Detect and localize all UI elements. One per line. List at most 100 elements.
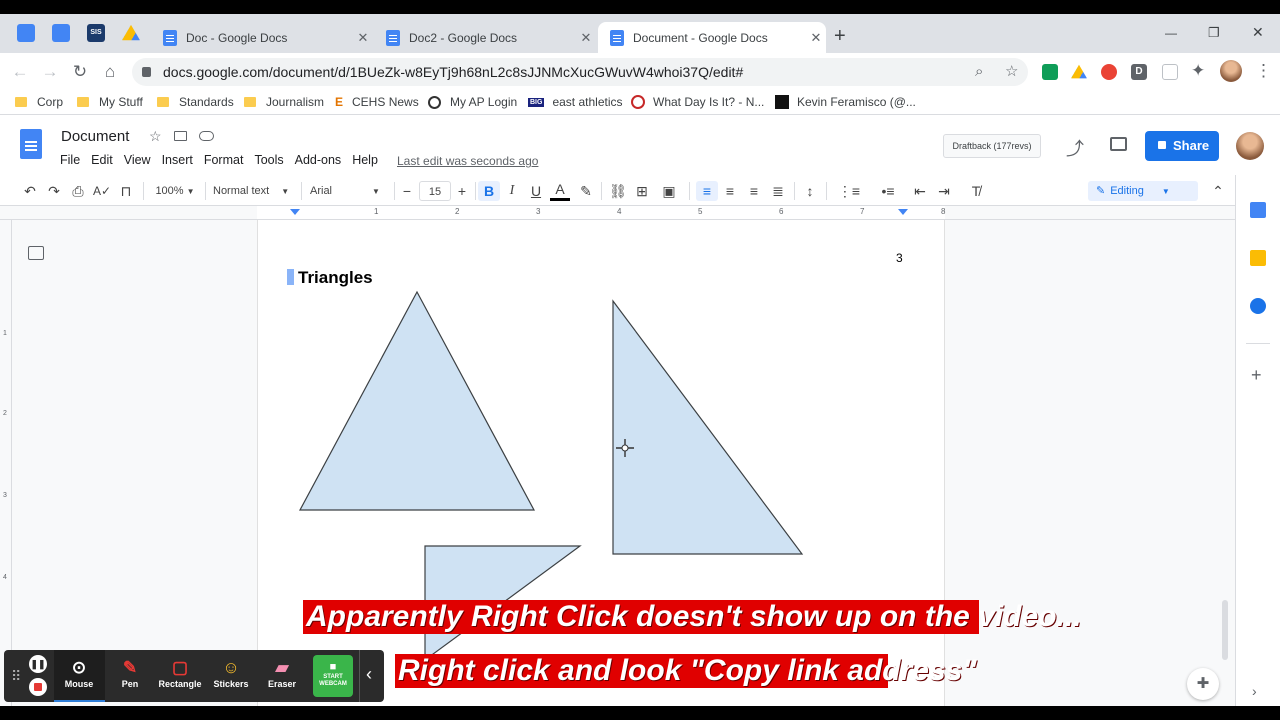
align-left-icon[interactable]: ≡ bbox=[696, 181, 718, 201]
minimize-button[interactable]: — bbox=[1165, 26, 1177, 40]
extensions-puzzle-icon[interactable]: ✦ bbox=[1191, 61, 1205, 81]
keep-icon[interactable] bbox=[1250, 250, 1266, 266]
bookmark-star-icon[interactable]: ☆ bbox=[1005, 58, 1018, 86]
menu-view[interactable]: View bbox=[124, 153, 151, 167]
document-outline-icon[interactable] bbox=[28, 246, 44, 260]
paragraph-style-select[interactable]: Normal text ▼ bbox=[213, 181, 295, 201]
stop-button[interactable] bbox=[29, 678, 47, 696]
restore-button[interactable]: ❐ bbox=[1208, 25, 1220, 41]
spellcheck-icon[interactable]: A✓ bbox=[92, 181, 112, 201]
tasks-icon[interactable] bbox=[1250, 298, 1266, 314]
bookmark-my-stuff[interactable]: My Stuff bbox=[77, 94, 143, 110]
extension-green-icon[interactable] bbox=[1042, 64, 1058, 80]
isosceles-triangle-shape[interactable] bbox=[298, 290, 536, 511]
document-title[interactable]: Document bbox=[61, 128, 129, 145]
forward-arrow-icon[interactable]: → bbox=[39, 61, 61, 83]
close-icon[interactable]: ✕ bbox=[806, 30, 826, 46]
share-button[interactable]: Share bbox=[1145, 131, 1219, 161]
tab-doc[interactable]: Doc - Google Docs ✕ bbox=[151, 22, 373, 53]
tab-document[interactable]: Document - Google Docs ✕ bbox=[598, 22, 826, 53]
pinned-docs-tab-icon-2[interactable] bbox=[52, 24, 70, 42]
editing-mode-select[interactable]: ✎ Editing ▼ bbox=[1088, 181, 1198, 201]
underline-button[interactable]: U bbox=[526, 181, 546, 201]
close-window-button[interactable]: ✕ bbox=[1252, 24, 1264, 41]
increase-indent-icon[interactable]: ⇥ bbox=[934, 181, 954, 201]
address-bar[interactable]: docs.google.com/document/d/1BUeZk-w8EyTj… bbox=[132, 58, 1028, 86]
mouse-tool[interactable]: ⊙ Mouse bbox=[55, 657, 103, 689]
text-color-button[interactable]: A bbox=[550, 181, 570, 201]
bold-button[interactable]: B bbox=[478, 181, 500, 201]
chevron-right-icon[interactable]: › bbox=[1252, 683, 1257, 699]
browser-menu-icon[interactable]: ⋮ bbox=[1255, 61, 1272, 81]
line-spacing-icon[interactable]: ↕ bbox=[800, 181, 820, 201]
scrollbar-thumb[interactable] bbox=[1222, 600, 1228, 660]
increase-font-size-button[interactable]: + bbox=[453, 181, 471, 201]
pen-tool[interactable]: ✎ Pen bbox=[106, 657, 154, 689]
insert-link-icon[interactable]: ⛓ bbox=[608, 181, 628, 201]
add-comment-icon[interactable]: ⊞ bbox=[632, 181, 652, 201]
menu-file[interactable]: File bbox=[60, 153, 80, 167]
bookmark-cehs-news[interactable]: E CEHS News bbox=[335, 94, 419, 110]
paint-format-icon[interactable]: ⊓ bbox=[116, 181, 136, 201]
new-tab-button[interactable]: + bbox=[834, 26, 846, 46]
google-drive-icon[interactable] bbox=[1071, 64, 1087, 79]
pinned-sis-tab-icon[interactable]: SIS bbox=[87, 24, 105, 42]
home-icon[interactable]: ⌂ bbox=[99, 61, 121, 83]
bookmark-what-day-is-it[interactable]: What Day Is It? - N... bbox=[631, 94, 764, 110]
menu-add-ons[interactable]: Add-ons bbox=[295, 153, 342, 167]
extension-grey-icon[interactable] bbox=[1162, 64, 1178, 80]
menu-edit[interactable]: Edit bbox=[91, 153, 113, 167]
close-icon[interactable]: ✕ bbox=[353, 30, 373, 46]
reload-icon[interactable]: ↻ bbox=[69, 61, 91, 83]
undo-icon[interactable]: ↶ bbox=[20, 181, 40, 201]
last-edit-link[interactable]: Last edit was seconds ago bbox=[397, 154, 538, 168]
eraser-tool[interactable]: ▰ Eraser bbox=[258, 657, 306, 689]
add-addon-icon[interactable]: + bbox=[1251, 365, 1262, 386]
insert-image-icon[interactable]: ▣ bbox=[656, 181, 682, 201]
pinned-docs-tab-icon[interactable] bbox=[17, 24, 35, 42]
right-indent-marker[interactable] bbox=[898, 209, 908, 215]
tab-doc2[interactable]: Doc2 - Google Docs ✕ bbox=[374, 22, 596, 53]
calendar-icon[interactable] bbox=[1250, 202, 1266, 218]
font-family-select[interactable]: Arial ▼ bbox=[310, 181, 392, 201]
menu-insert[interactable]: Insert bbox=[162, 153, 193, 167]
decrease-indent-icon[interactable]: ⇤ bbox=[910, 181, 930, 201]
bookmark-kevin-feramisco[interactable]: Kevin Feramisco (@... bbox=[775, 94, 916, 110]
align-center-icon[interactable]: ≡ bbox=[720, 181, 740, 201]
rectangle-tool[interactable]: ▢ Rectangle bbox=[156, 657, 204, 689]
draftback-button[interactable]: Draftback (177revs) bbox=[943, 134, 1041, 158]
bulleted-list-icon[interactable]: •≡ bbox=[872, 181, 904, 201]
extension-red-icon[interactable] bbox=[1101, 64, 1117, 80]
font-size-input[interactable]: 15 bbox=[419, 181, 451, 201]
extension-d-icon[interactable]: D bbox=[1131, 64, 1147, 80]
bookmark-east-athletics[interactable]: BIG east athletics bbox=[528, 94, 623, 110]
numbered-list-icon[interactable]: ⋮≡ bbox=[833, 181, 865, 201]
collapse-chevron-icon[interactable]: ‹ bbox=[366, 664, 372, 685]
zoom-icon[interactable]: ⌕ bbox=[975, 58, 983, 86]
close-icon[interactable]: ✕ bbox=[576, 30, 596, 46]
bookmark-standards[interactable]: Standards bbox=[157, 94, 234, 110]
menu-format[interactable]: Format bbox=[204, 153, 244, 167]
redo-icon[interactable]: ↷ bbox=[44, 181, 64, 201]
docs-logo-icon[interactable] bbox=[20, 129, 42, 159]
move-folder-icon[interactable] bbox=[174, 131, 187, 141]
pause-icon[interactable]: ❚❚ bbox=[29, 655, 47, 673]
menu-help[interactable]: Help bbox=[352, 153, 378, 167]
explore-icon[interactable]: ✚ bbox=[1187, 668, 1219, 700]
collapse-menu-icon[interactable]: ⌃ bbox=[1208, 181, 1228, 201]
back-arrow-icon[interactable]: ← bbox=[9, 61, 31, 83]
right-triangle-shape[interactable] bbox=[612, 299, 804, 555]
stickers-tool[interactable]: ☺ Stickers bbox=[207, 657, 255, 689]
bookmark-corp[interactable]: Corp bbox=[15, 94, 63, 110]
print-icon[interactable]: ⎙ bbox=[68, 181, 88, 201]
italic-button[interactable]: I bbox=[502, 181, 522, 201]
left-indent-marker[interactable] bbox=[290, 209, 300, 215]
clear-formatting-icon[interactable]: T̸ bbox=[966, 181, 986, 201]
zoom-select[interactable]: 100% ▼ bbox=[150, 181, 200, 201]
start-webcam-button[interactable]: ■ START WEBCAM bbox=[313, 655, 353, 697]
justify-icon[interactable]: ≣ bbox=[768, 181, 788, 201]
highlight-pen-icon[interactable]: ✎ bbox=[576, 181, 596, 201]
comment-history-icon[interactable] bbox=[1110, 137, 1127, 151]
pinned-drive-tab-icon[interactable] bbox=[122, 24, 140, 41]
account-avatar[interactable] bbox=[1236, 132, 1264, 160]
